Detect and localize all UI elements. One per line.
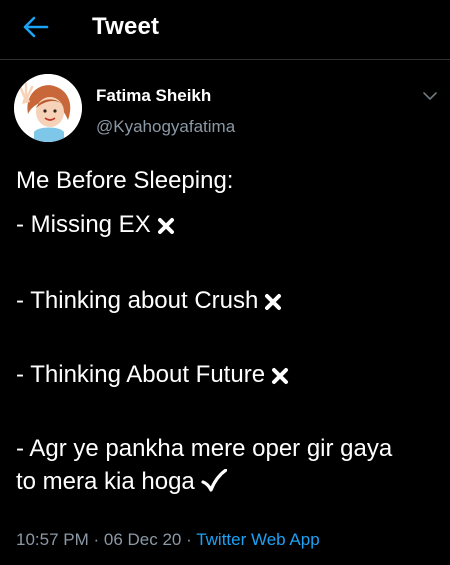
more-options-button[interactable] — [420, 88, 440, 104]
tweet-date[interactable]: 06 Dec 20 — [104, 530, 182, 549]
avatar-illustration — [14, 74, 82, 142]
top-bar: Tweet — [0, 0, 450, 60]
tweet-time[interactable]: 10:57 PM — [16, 530, 89, 549]
tweet-source-link[interactable]: Twitter Web App — [196, 530, 319, 549]
author-handle[interactable]: @Kyahogyafatima — [96, 117, 235, 137]
tweet-line-spacer — [16, 404, 441, 434]
cross-mark-icon — [265, 294, 282, 310]
check-mark-icon — [201, 469, 227, 492]
tweet-line: - Thinking about Crush — [16, 286, 441, 330]
page-title: Tweet — [92, 13, 160, 40]
chevron-down-icon — [423, 91, 437, 100]
tweet-line: - Thinking About Future — [16, 360, 441, 404]
tweet-line-spacer — [16, 254, 441, 286]
tweet-body: Me Before Sleeping: - Missing EX - Think… — [16, 166, 441, 497]
back-button[interactable] — [18, 12, 54, 42]
tweet-line: to mera kia hoga — [16, 467, 441, 497]
arrow-left-icon — [23, 16, 49, 38]
tweet-line: - Agr ye pankha mere oper gir gaya — [16, 435, 393, 462]
tweet-meta: 10:57 PM · 06 Dec 20 · Twitter Web App — [16, 530, 320, 550]
tweet-line: Me Before Sleeping: — [16, 167, 234, 194]
cross-mark-icon — [272, 368, 289, 384]
author-name[interactable]: Fatima Sheikh — [96, 86, 211, 106]
meta-separator: · — [181, 530, 197, 549]
tweet-line-spacer — [16, 330, 441, 360]
avatar[interactable] — [14, 74, 82, 142]
meta-separator: · — [88, 530, 104, 549]
tweet-line: - Missing EX — [16, 210, 441, 254]
cross-mark-icon — [157, 218, 174, 234]
